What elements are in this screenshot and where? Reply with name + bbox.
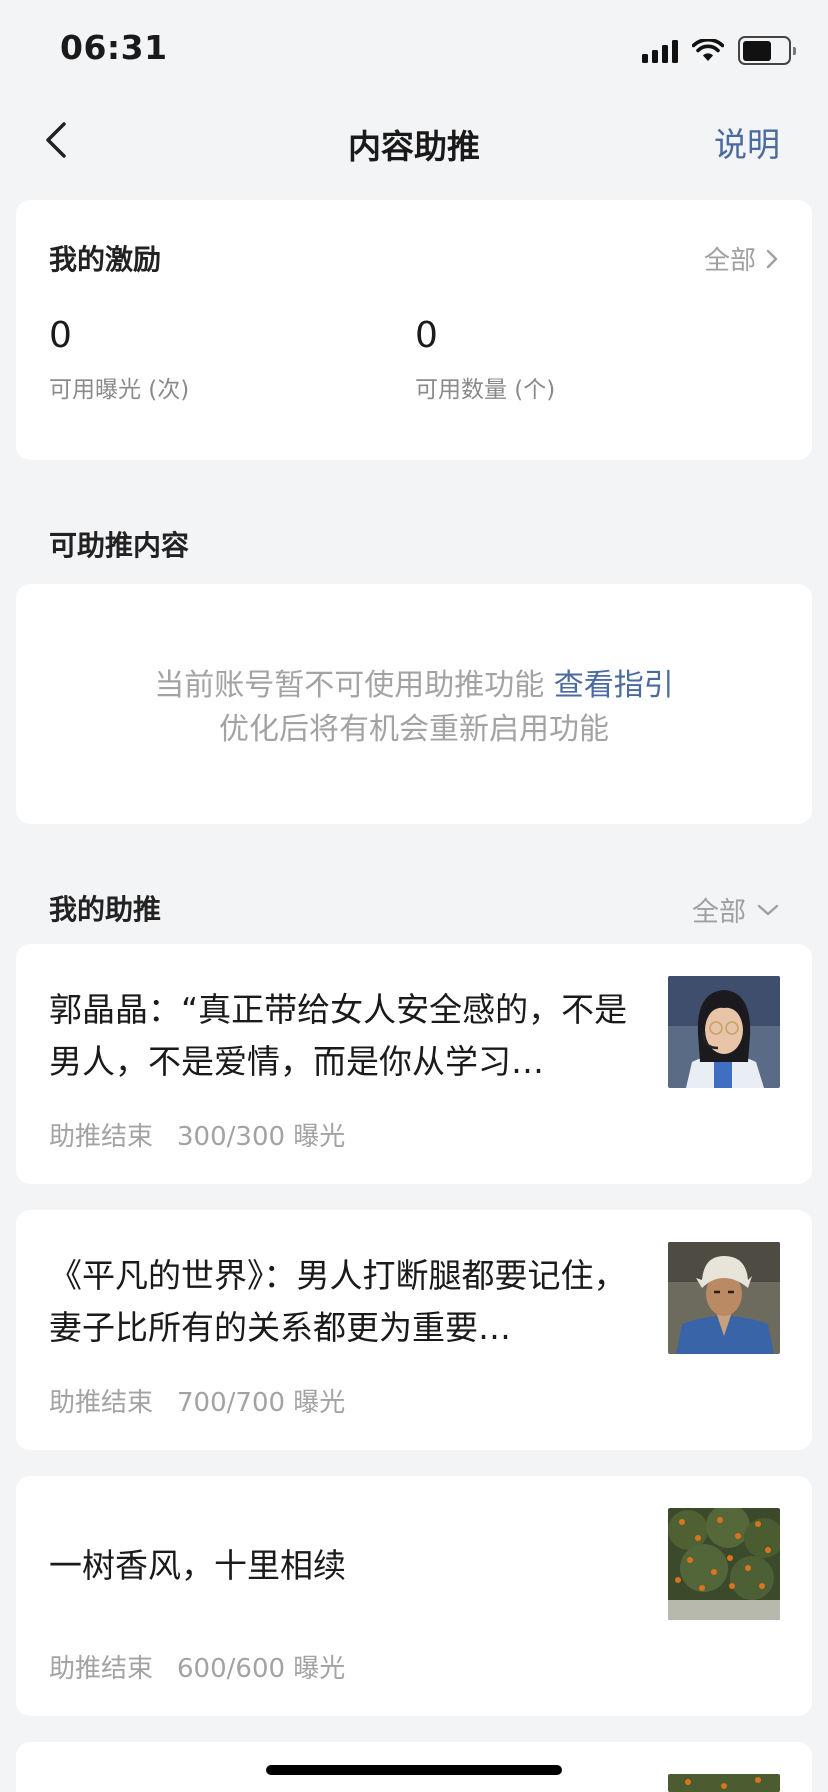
status-icons: [642, 36, 796, 65]
status-time: 06:31: [60, 28, 168, 67]
promotion-title: 郭晶晶：“真正带给女人安全感的，不是男人，不是爱情，而是你从学习…: [49, 990, 628, 1081]
stat-quantity-label: 可用数量 (个): [415, 377, 556, 403]
my-promotions-filter[interactable]: 全部: [692, 890, 780, 929]
promotion-meta: 助推结束 300/300 曝光: [49, 1116, 345, 1153]
stat-exposure: 0 可用曝光 (次): [49, 315, 189, 404]
home-indicator: [266, 1765, 562, 1775]
promotable-card: 当前账号暂不可使用助推功能 查看指引 优化后将有机会重新启用功能: [16, 584, 812, 824]
page-title: 内容助推: [348, 127, 480, 166]
stat-exposure-label: 可用曝光 (次): [49, 377, 190, 403]
promotion-title: 一树香风，十里相续: [49, 1546, 346, 1585]
filter-label: 全部: [692, 897, 746, 928]
portrait-woman-headset-icon: [668, 976, 780, 1088]
stat-exposure-value: 0: [49, 315, 72, 356]
my-promotions-title: 我的助推: [49, 893, 162, 926]
promotion-item[interactable]: 一树香风，十里相续 助推结束 600/600 曝光: [16, 1476, 812, 1716]
chevron-down-icon: [757, 904, 779, 915]
tree-image-icon: [668, 1774, 780, 1792]
empty-state-line1: 当前账号暂不可使用助推功能: [154, 668, 545, 703]
stat-quantity-value: 0: [415, 315, 438, 356]
incentive-card: 我的激励 全部 0 可用曝光 (次) 0 可用数量 (个): [16, 200, 812, 460]
promotion-count: 300/300 曝光: [177, 1122, 346, 1152]
empty-state-line2: 优化后将有机会重新启用功能: [219, 712, 609, 747]
promotion-title: 《平凡的世界》：男人打断腿都要记住，妻子比所有的关系都更为重要…: [49, 1256, 627, 1347]
incentive-all-label: 全部: [703, 246, 756, 276]
promotion-item[interactable]: 郭晶晶：“真正带给女人安全感的，不是男人，不是爱情，而是你从学习… 助推结束 30…: [16, 944, 812, 1184]
nav-bar: 内容助推 说明: [0, 100, 828, 180]
osmanthus-tree-icon: [668, 1508, 780, 1620]
portrait-man-headscarf-icon: [668, 1242, 780, 1354]
promotion-status: 助推结束: [49, 1388, 154, 1418]
incentive-title: 我的激励: [49, 243, 162, 276]
promotion-count: 700/700 曝光: [177, 1388, 346, 1418]
promotion-thumbnail: [668, 976, 780, 1088]
stat-quantity: 0 可用数量 (个): [415, 315, 555, 404]
promotion-thumbnail: [668, 1242, 780, 1354]
promotable-section-title: 可助推内容: [49, 529, 190, 562]
promotion-meta: 助推结束 700/700 曝光: [49, 1382, 345, 1419]
status-bar: 06:31: [0, 0, 828, 100]
wifi-icon: [692, 38, 724, 61]
promotion-thumbnail: [668, 1508, 780, 1620]
chevron-right-icon: [766, 249, 778, 268]
promotion-thumbnail: [668, 1774, 780, 1792]
promotion-status: 助推结束: [49, 1122, 154, 1152]
battery-icon: [738, 36, 796, 65]
cellular-signal-icon: [642, 39, 678, 63]
empty-state-message: 当前账号暂不可使用助推功能 查看指引 优化后将有机会重新启用功能: [16, 664, 812, 752]
promotion-meta: 助推结束 600/600 曝光: [49, 1648, 345, 1685]
promotion-item[interactable]: 《平凡的世界》：男人打断腿都要记住，妻子比所有的关系都更为重要… 助推结束 700…: [16, 1210, 812, 1450]
help-link[interactable]: 说明: [714, 118, 780, 166]
promotion-count: 600/600 曝光: [177, 1654, 346, 1684]
promotion-status: 助推结束: [49, 1654, 154, 1684]
view-guide-link[interactable]: 查看指引: [554, 668, 674, 703]
incentive-all-link[interactable]: 全部: [704, 240, 780, 277]
